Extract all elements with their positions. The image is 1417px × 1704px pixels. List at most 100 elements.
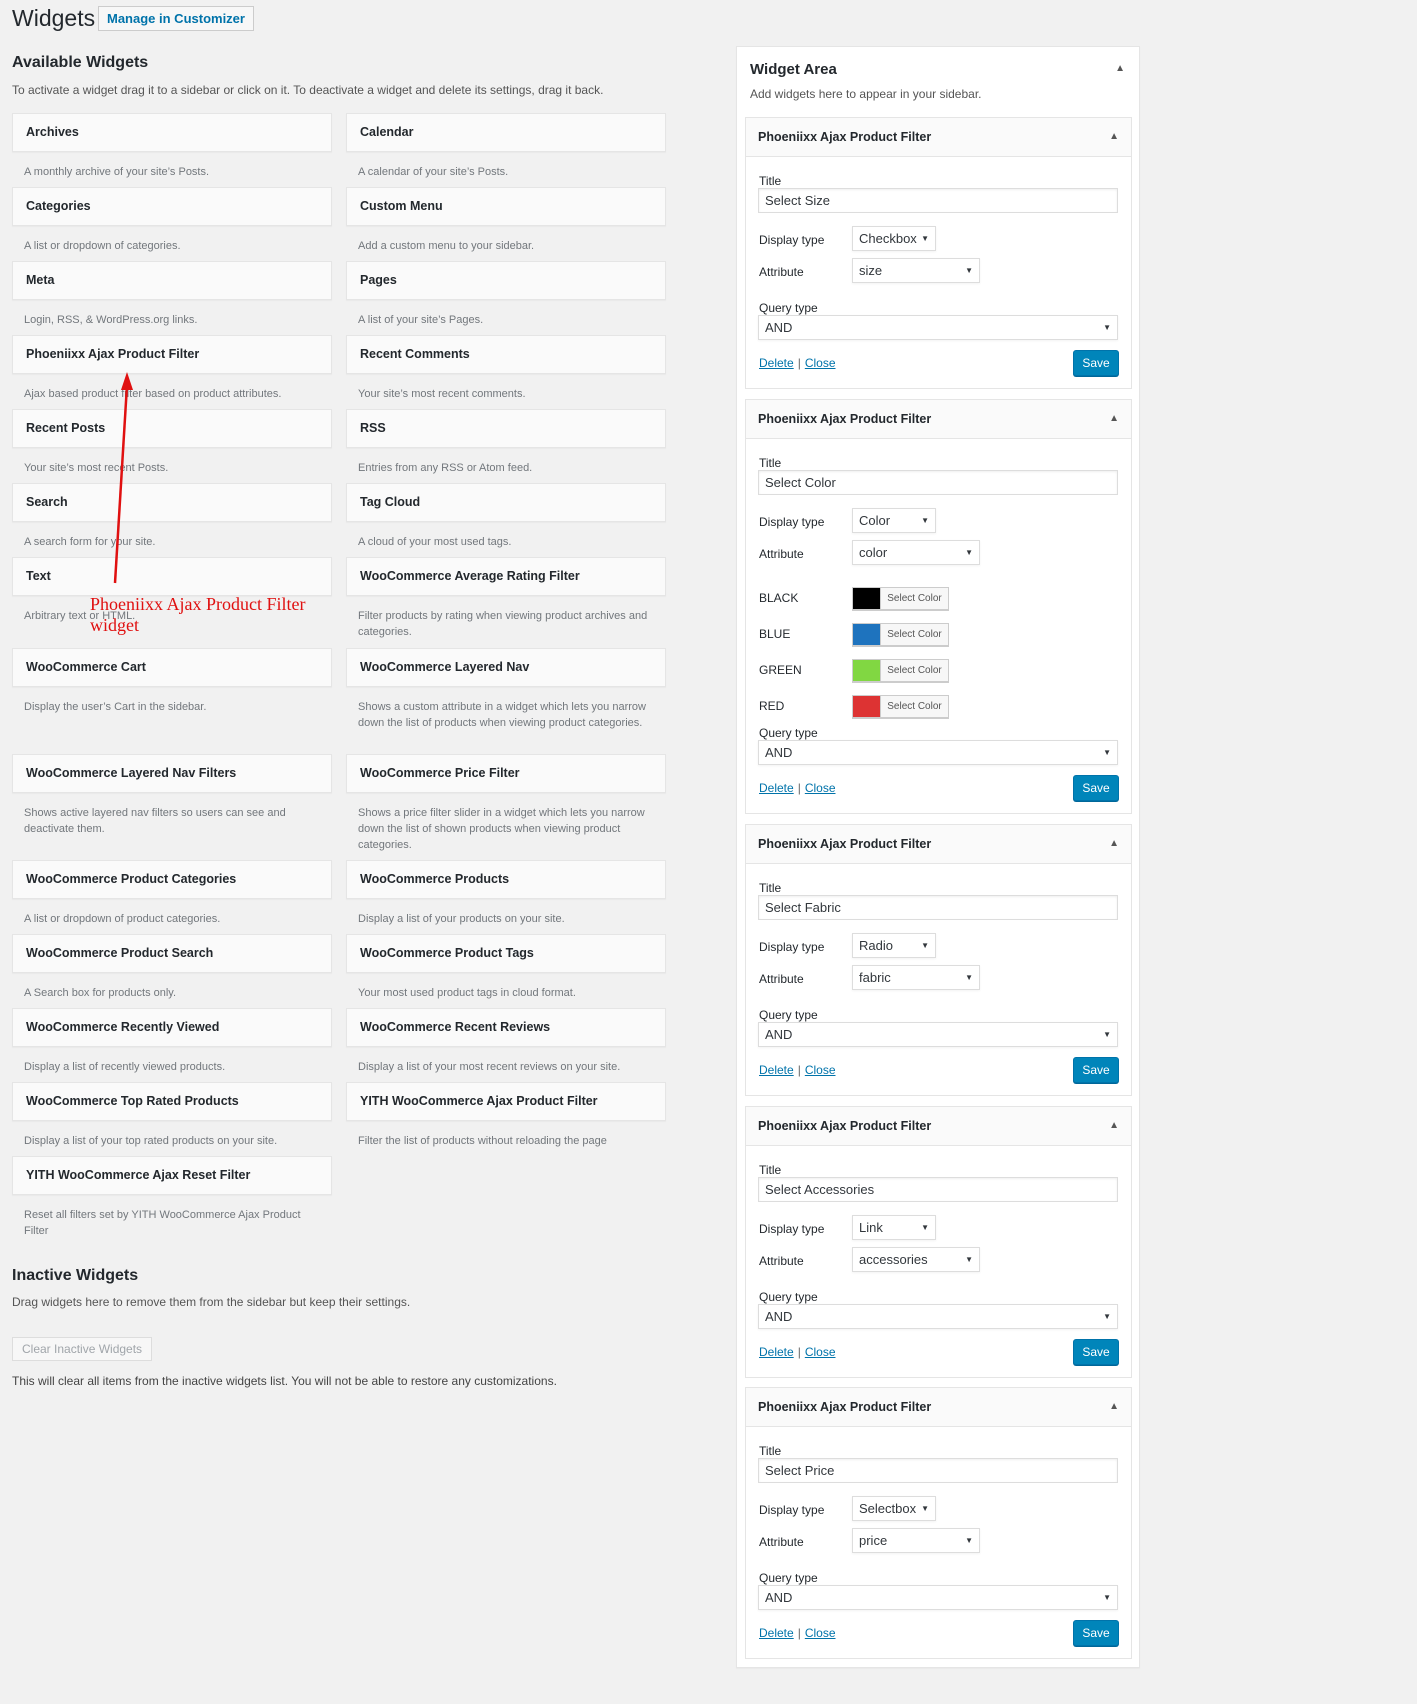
title-input[interactable]: Select Fabric: [758, 895, 1118, 920]
available-widget[interactable]: WooCommerce Recently Viewed Display a lis…: [12, 1008, 332, 1075]
sidebar-widget[interactable]: Phoeniixx Ajax Product Filter ▲ Title Selec…: [745, 399, 1132, 814]
attribute-select[interactable]: price ▼: [852, 1528, 980, 1553]
display-type-select[interactable]: Checkbox ▼: [852, 226, 936, 251]
sidebar-widget-header[interactable]: Phoeniixx Ajax Product Filter ▲: [746, 1107, 1131, 1146]
title-input[interactable]: Select Color: [758, 470, 1118, 495]
save-button[interactable]: Save: [1073, 775, 1119, 801]
sidebar-widget-header[interactable]: Phoeniixx Ajax Product Filter ▲: [746, 400, 1131, 439]
save-button[interactable]: Save: [1073, 1339, 1119, 1365]
widget-title[interactable]: WooCommerce Recent Reviews: [346, 1008, 666, 1047]
sidebar-widget-header[interactable]: Phoeniixx Ajax Product Filter ▲: [746, 1388, 1131, 1427]
available-widget[interactable]: Phoeniixx Ajax Product Filter Ajax based …: [12, 335, 332, 402]
widget-title[interactable]: RSS: [346, 409, 666, 448]
delete-link[interactable]: Delete: [759, 781, 794, 795]
delete-link[interactable]: Delete: [759, 356, 794, 370]
available-widget[interactable]: Tag Cloud A cloud of your most used tags.: [346, 483, 666, 550]
widget-title[interactable]: Recent Posts: [12, 409, 332, 448]
widget-title[interactable]: WooCommerce Cart: [12, 648, 332, 687]
collapse-arrow-icon[interactable]: ▲: [1109, 825, 1119, 863]
color-picker-button[interactable]: Select Color: [852, 659, 949, 682]
available-widget[interactable]: WooCommerce Products Display a list of yo…: [346, 860, 666, 927]
available-widget[interactable]: Meta Login, RSS, & WordPress.org links.: [12, 261, 332, 328]
close-link[interactable]: Close: [805, 356, 836, 370]
display-type-select[interactable]: Link ▼: [852, 1215, 936, 1240]
widget-title[interactable]: Tag Cloud: [346, 483, 666, 522]
attribute-select[interactable]: color ▼: [852, 540, 980, 565]
sidebar-widget[interactable]: Phoeniixx Ajax Product Filter ▲ Title Selec…: [745, 117, 1132, 389]
attribute-select[interactable]: size ▼: [852, 258, 980, 283]
available-widget[interactable]: WooCommerce Product Search A Search box f…: [12, 934, 332, 1001]
save-button[interactable]: Save: [1073, 1620, 1119, 1646]
query-type-select[interactable]: AND ▼: [758, 1585, 1118, 1610]
available-widget[interactable]: Archives A monthly archive of your site’s…: [12, 113, 332, 180]
available-widget[interactable]: WooCommerce Price Filter Shows a price fi…: [346, 754, 666, 853]
delete-link[interactable]: Delete: [759, 1063, 794, 1077]
display-type-select[interactable]: Color ▼: [852, 508, 936, 533]
color-picker-button[interactable]: Select Color: [852, 695, 949, 718]
query-type-select[interactable]: AND ▼: [758, 740, 1118, 765]
widget-title[interactable]: Phoeniixx Ajax Product Filter: [12, 335, 332, 374]
available-widget[interactable]: Search A search form for your site.: [12, 483, 332, 550]
collapse-arrow-icon[interactable]: ▲: [1109, 400, 1119, 438]
collapse-arrow-icon[interactable]: ▲: [1109, 1107, 1119, 1145]
widget-title[interactable]: Recent Comments: [346, 335, 666, 374]
widget-title[interactable]: Search: [12, 483, 332, 522]
widget-title[interactable]: Archives: [12, 113, 332, 152]
collapse-arrow-icon[interactable]: ▲: [1109, 118, 1119, 156]
widget-title[interactable]: Categories: [12, 187, 332, 226]
available-widget[interactable]: Custom Menu Add a custom menu to your sid…: [346, 187, 666, 254]
title-input[interactable]: Select Accessories: [758, 1177, 1118, 1202]
sidebar-widget[interactable]: Phoeniixx Ajax Product Filter ▲ Title Selec…: [745, 1387, 1132, 1659]
widget-title[interactable]: WooCommerce Layered Nav Filters: [12, 754, 332, 793]
close-link[interactable]: Close: [805, 1626, 836, 1640]
available-widget[interactable]: WooCommerce Top Rated Products Display a …: [12, 1082, 332, 1149]
widget-title[interactable]: WooCommerce Products: [346, 860, 666, 899]
available-widget[interactable]: WooCommerce Cart Display the user’s Cart …: [12, 648, 332, 715]
available-widget[interactable]: RSS Entries from any RSS or Atom feed.: [346, 409, 666, 476]
color-picker-button[interactable]: Select Color: [852, 623, 949, 646]
available-widget[interactable]: WooCommerce Layered Nav Filters Shows act…: [12, 754, 332, 837]
widget-title[interactable]: WooCommerce Product Categories: [12, 860, 332, 899]
title-input[interactable]: Select Price: [758, 1458, 1118, 1483]
save-button[interactable]: Save: [1073, 350, 1119, 376]
manage-in-customizer-button[interactable]: Manage in Customizer: [98, 6, 254, 31]
sidebar-widget[interactable]: Phoeniixx Ajax Product Filter ▲ Title Selec…: [745, 1106, 1132, 1378]
delete-link[interactable]: Delete: [759, 1626, 794, 1640]
sidebar-widget[interactable]: Phoeniixx Ajax Product Filter ▲ Title Selec…: [745, 824, 1132, 1096]
title-input[interactable]: Select Size: [758, 188, 1118, 213]
widget-title[interactable]: WooCommerce Top Rated Products: [12, 1082, 332, 1121]
sidebar-widget-area[interactable]: Widget Area ▲ Add widgets here to appear…: [736, 46, 1140, 1668]
query-type-select[interactable]: AND ▼: [758, 315, 1118, 340]
widget-title[interactable]: Custom Menu: [346, 187, 666, 226]
save-button[interactable]: Save: [1073, 1057, 1119, 1083]
available-widget[interactable]: WooCommerce Recent Reviews Display a list…: [346, 1008, 666, 1075]
widget-title[interactable]: WooCommerce Price Filter: [346, 754, 666, 793]
available-widget[interactable]: YITH WooCommerce Ajax Product Filter Filt…: [346, 1082, 666, 1149]
available-widget[interactable]: Calendar A calendar of your site’s Posts.: [346, 113, 666, 180]
query-type-select[interactable]: AND ▼: [758, 1304, 1118, 1329]
widget-title[interactable]: WooCommerce Product Tags: [346, 934, 666, 973]
sidebar-widget-header[interactable]: Phoeniixx Ajax Product Filter ▲: [746, 825, 1131, 864]
widget-title[interactable]: WooCommerce Layered Nav: [346, 648, 666, 687]
available-widget[interactable]: Recent Comments Your site’s most recent c…: [346, 335, 666, 402]
widget-title[interactable]: WooCommerce Recently Viewed: [12, 1008, 332, 1047]
widget-title[interactable]: Meta: [12, 261, 332, 300]
available-widget[interactable]: YITH WooCommerce Ajax Reset Filter Reset …: [12, 1156, 332, 1239]
clear-inactive-widgets-button[interactable]: Clear Inactive Widgets: [12, 1337, 153, 1361]
available-widget[interactable]: Pages A list of your site’s Pages.: [346, 261, 666, 328]
available-widget[interactable]: Categories A list or dropdown of categori…: [12, 187, 332, 254]
available-widget[interactable]: WooCommerce Product Categories A list or …: [12, 860, 332, 927]
sidebar-widget-header[interactable]: Phoeniixx Ajax Product Filter ▲: [746, 118, 1131, 157]
color-picker-button[interactable]: Select Color: [852, 587, 949, 610]
collapse-arrow-icon[interactable]: ▲: [1109, 1388, 1119, 1426]
widget-title[interactable]: Text: [12, 557, 332, 596]
display-type-select[interactable]: Radio ▼: [852, 933, 936, 958]
attribute-select[interactable]: accessories ▼: [852, 1247, 980, 1272]
widget-title[interactable]: Pages: [346, 261, 666, 300]
widget-title[interactable]: YITH WooCommerce Ajax Reset Filter: [12, 1156, 332, 1195]
available-widget[interactable]: Recent Posts Your site’s most recent Post…: [12, 409, 332, 476]
close-link[interactable]: Close: [805, 781, 836, 795]
close-link[interactable]: Close: [805, 1345, 836, 1359]
display-type-select[interactable]: Selectbox ▼: [852, 1496, 936, 1521]
available-widget[interactable]: WooCommerce Product Tags Your most used p…: [346, 934, 666, 1001]
